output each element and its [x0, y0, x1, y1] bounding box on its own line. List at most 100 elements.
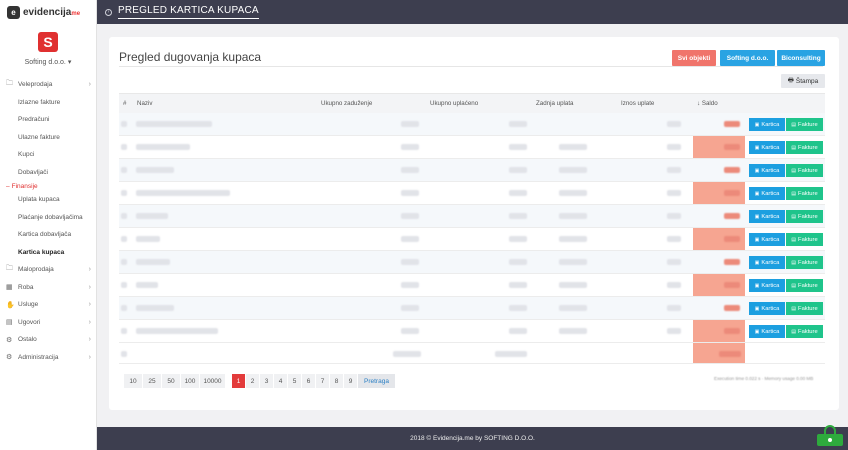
- blurred-cell: [121, 282, 127, 288]
- sidebar-item-finansije[interactable]: – Finansije: [0, 181, 96, 191]
- document-icon: ▤: [791, 236, 797, 243]
- sidebar-item-administracija[interactable]: ⚙ Administracija ›: [0, 349, 96, 367]
- kartica-button[interactable]: ▣ Kartica: [749, 164, 785, 177]
- page-size-option[interactable]: 10000: [200, 374, 226, 388]
- sidebar-item-label: Uplata kupaca: [18, 196, 60, 204]
- kartica-button[interactable]: ▣ Kartica: [749, 233, 785, 246]
- blurred-cell: [667, 121, 681, 127]
- fakture-button[interactable]: ▤ Fakture: [786, 210, 823, 223]
- page-number[interactable]: 5: [288, 374, 302, 388]
- col-debt[interactable]: Ukupno zaduženje: [321, 100, 372, 107]
- blurred-cell: [401, 282, 419, 288]
- folder-icon: 🗀: [6, 80, 13, 88]
- object-button-softing[interactable]: Softing d.o.o.: [720, 50, 775, 66]
- blurred-cell: [509, 259, 527, 265]
- brand[interactable]: e evidencijame: [0, 0, 96, 24]
- blurred-cell: [136, 328, 218, 334]
- company-selector[interactable]: Softing d.o.o. ▾: [0, 58, 96, 66]
- saldo-total: [719, 351, 741, 357]
- blurred-cell: [509, 328, 527, 334]
- fakture-button[interactable]: ▤ Fakture: [786, 256, 823, 269]
- fakture-button[interactable]: ▤ Fakture: [786, 141, 823, 154]
- hand-icon: ✋: [6, 301, 15, 309]
- sidebar-item-dobavlja-i[interactable]: Dobavljači: [0, 164, 96, 182]
- sidebar-item-maloprodaja[interactable]: 🗀 Maloprodaja ›: [0, 261, 96, 279]
- col-amount[interactable]: Iznos uplate: [621, 100, 654, 107]
- fakture-button[interactable]: ▤ Fakture: [786, 118, 823, 131]
- saldo-cell: [724, 144, 740, 150]
- sidebar-item-pla-anje-dobavlja-ima[interactable]: Plaćanje dobavljačima: [0, 209, 96, 227]
- col-saldo[interactable]: ↓ Saldo: [697, 100, 718, 107]
- sidebar-item-kartica-kupaca[interactable]: Kartica kupaca: [0, 244, 96, 262]
- sidebar-item-label: Usluge: [18, 301, 39, 309]
- kartica-button[interactable]: ▣ Kartica: [749, 279, 785, 292]
- object-button-biconsulting[interactable]: Biconsulting: [777, 50, 825, 66]
- sidebar-item-kupci[interactable]: Kupci: [0, 146, 96, 164]
- blurred-cell: [509, 167, 527, 173]
- blurred-cell: [667, 190, 681, 196]
- sidebar-item-ugovori[interactable]: ▤ Ugovori ›: [0, 314, 96, 332]
- print-button[interactable]: 🖶 Štampa: [781, 74, 825, 88]
- blurred-cell: [136, 236, 160, 242]
- object-button-all[interactable]: Svi objekti: [672, 50, 716, 66]
- col-name[interactable]: Naziv: [137, 100, 152, 107]
- kartica-button[interactable]: ▣ Kartica: [749, 256, 785, 269]
- page-number[interactable]: 6: [302, 374, 316, 388]
- card-icon: ▣: [754, 282, 760, 289]
- pretraga-button[interactable]: Pretraga: [358, 374, 396, 388]
- sidebar-item-ostalo[interactable]: ⚙ Ostalo ›: [0, 331, 96, 349]
- page-number[interactable]: 4: [274, 374, 288, 388]
- blurred-cell: [121, 305, 127, 311]
- gears-icon: ⚙: [6, 354, 13, 362]
- col-paid[interactable]: Ukupno uplaćeno: [430, 100, 478, 107]
- page-size-option[interactable]: 25: [143, 374, 162, 388]
- blurred-cell: [121, 259, 127, 265]
- document-icon: ▤: [791, 167, 797, 174]
- page-number[interactable]: 8: [330, 374, 344, 388]
- sidebar-item-kartica-dobavlja-a[interactable]: Kartica dobavljača: [0, 226, 96, 244]
- menu-toggle-icon[interactable]: ›: [105, 8, 112, 16]
- page-number[interactable]: 9: [344, 374, 358, 388]
- kartica-button[interactable]: ▣ Kartica: [749, 210, 785, 223]
- kartica-button[interactable]: ▣ Kartica: [749, 141, 785, 154]
- fakture-button[interactable]: ▤ Fakture: [786, 164, 823, 177]
- col-last[interactable]: Zadnja uplata: [536, 100, 574, 107]
- sidebar-item-izlazne-fakture[interactable]: Izlazne fakture: [0, 94, 96, 112]
- blurred-cell: [401, 213, 419, 219]
- page-number[interactable]: 1: [232, 374, 246, 388]
- document-icon: ▤: [791, 305, 797, 312]
- brand-name: evidencija: [23, 6, 72, 18]
- fakture-button[interactable]: ▤ Fakture: [786, 187, 823, 200]
- table-row: ▣ Kartica ▤ Fakture: [119, 205, 825, 228]
- page-size-option[interactable]: 50: [162, 374, 181, 388]
- sidebar-item-veleprodaja[interactable]: 🗀 Veleprodaja ›: [0, 76, 96, 94]
- sidebar-item-usluge[interactable]: ✋ Usluge ›: [0, 296, 96, 314]
- kartica-button[interactable]: ▣ Kartica: [749, 302, 785, 315]
- blurred-cell: [401, 305, 419, 311]
- sidebar-item-predra-uni[interactable]: Predračuni: [0, 111, 96, 129]
- page-size-option[interactable]: 100: [181, 374, 200, 388]
- page-size-option[interactable]: 10: [124, 374, 143, 388]
- kartica-button[interactable]: ▣ Kartica: [749, 325, 785, 338]
- table-body: ▣ Kartica ▤ Fakture ▣ Kartica ▤ Fakture ▣ Kartica…: [119, 113, 825, 364]
- sidebar-item-ulazne-fakture[interactable]: Ulazne fakture: [0, 129, 96, 147]
- page-number[interactable]: 3: [260, 374, 274, 388]
- fakture-button[interactable]: ▤ Fakture: [786, 279, 823, 292]
- title-divider: [119, 66, 823, 67]
- calendar-icon: ▤: [6, 319, 13, 327]
- sidebar-item-uplata-kupaca[interactable]: Uplata kupaca: [0, 191, 96, 209]
- page-number[interactable]: 2: [246, 374, 260, 388]
- blurred-cell: [667, 236, 681, 242]
- kartica-button[interactable]: ▣ Kartica: [749, 118, 785, 131]
- fakture-button[interactable]: ▤ Fakture: [786, 325, 823, 338]
- sidebar-item-roba[interactable]: ▦ Roba ›: [0, 279, 96, 297]
- table-row: ▣ Kartica ▤ Fakture: [119, 228, 825, 251]
- blurred-cell: [667, 144, 681, 150]
- chevron-right-icon: ›: [88, 318, 91, 326]
- blurred-cell: [559, 167, 587, 173]
- blurred-cell: [559, 190, 587, 196]
- page-number[interactable]: 7: [316, 374, 330, 388]
- fakture-button[interactable]: ▤ Fakture: [786, 302, 823, 315]
- kartica-button[interactable]: ▣ Kartica: [749, 187, 785, 200]
- fakture-button[interactable]: ▤ Fakture: [786, 233, 823, 246]
